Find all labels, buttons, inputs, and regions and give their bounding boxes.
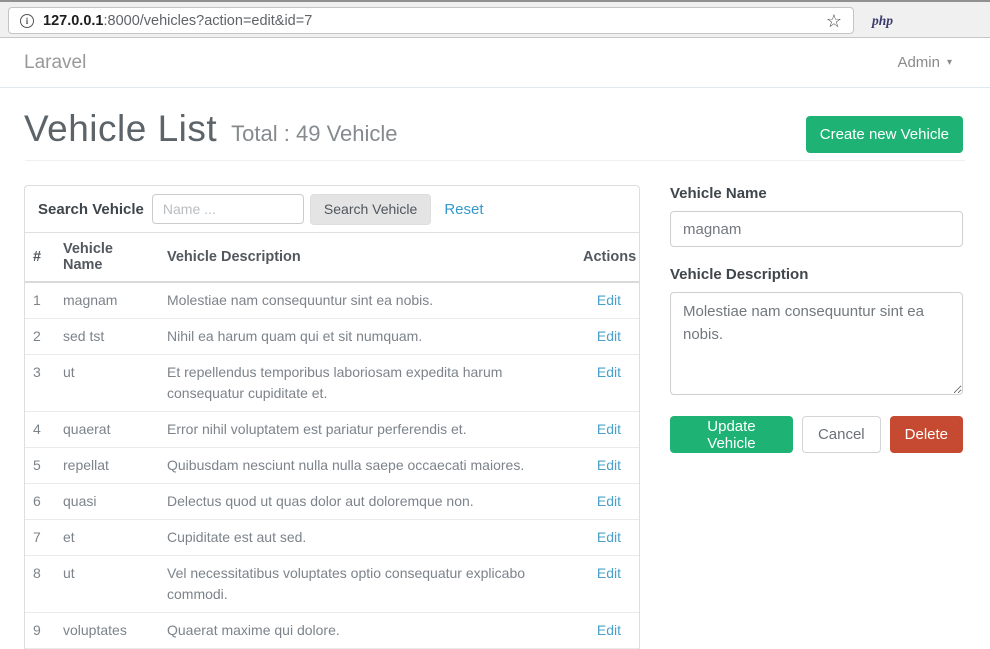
vehicle-description-cell: Error nihil voluptatem est pariatur perf… bbox=[159, 412, 575, 448]
row-number: 7 bbox=[25, 520, 55, 556]
row-number: 3 bbox=[25, 355, 55, 412]
edit-link[interactable]: Edit bbox=[597, 328, 621, 344]
table-body: 1 magnam Molestiae nam consequuntur sint… bbox=[25, 282, 639, 649]
header-divider bbox=[25, 160, 965, 161]
admin-dropdown[interactable]: Admin ▾ bbox=[897, 54, 952, 71]
vehicle-description-cell: Nihil ea harum quam qui et sit numquam. bbox=[159, 319, 575, 355]
edit-link[interactable]: Edit bbox=[597, 457, 621, 473]
address-bar[interactable]: i 127.0.0.1:8000/vehicles?action=edit&id… bbox=[8, 7, 854, 34]
search-input[interactable] bbox=[152, 194, 304, 224]
bookmark-star-icon[interactable]: ☆ bbox=[826, 12, 842, 30]
table-row: 4 quaerat Error nihil voluptatem est par… bbox=[25, 412, 639, 448]
vehicle-description-cell: Quibusdam nesciunt nulla nulla saepe occ… bbox=[159, 448, 575, 484]
brand-link[interactable]: Laravel bbox=[24, 52, 86, 74]
app-navbar: Laravel Admin ▾ bbox=[0, 38, 990, 88]
header-description: Vehicle Description bbox=[159, 233, 575, 282]
vehicle-name-cell: voluptates bbox=[55, 613, 159, 649]
vehicle-name-cell: sed tst bbox=[55, 319, 159, 355]
vehicle-name-cell: ut bbox=[55, 556, 159, 613]
vehicle-description-cell: Cupiditate est aut sed. bbox=[159, 520, 575, 556]
delete-button[interactable]: Delete bbox=[890, 416, 963, 453]
vehicle-description-cell: Quaerat maxime qui dolore. bbox=[159, 613, 575, 649]
edit-link[interactable]: Edit bbox=[597, 364, 621, 380]
form-buttons: Update Vehicle Cancel Delete bbox=[670, 416, 963, 453]
edit-vehicle-form: Vehicle Name Vehicle Description Molesti… bbox=[670, 185, 963, 453]
vehicle-name-cell: repellat bbox=[55, 448, 159, 484]
admin-dropdown-label: Admin bbox=[897, 54, 940, 71]
table-row: 5 repellat Quibusdam nesciunt nulla null… bbox=[25, 448, 639, 484]
table-row: 1 magnam Molestiae nam consequuntur sint… bbox=[25, 282, 639, 319]
vehicle-name-cell: ut bbox=[55, 355, 159, 412]
search-section: Search Vehicle Search Vehicle Reset bbox=[25, 186, 639, 233]
page-content: Vehicle List Total : 49 Vehicle Create n… bbox=[0, 88, 990, 649]
header-actions: Actions bbox=[575, 233, 639, 282]
row-number: 6 bbox=[25, 484, 55, 520]
page-title: Vehicle List bbox=[24, 108, 217, 150]
row-number: 5 bbox=[25, 448, 55, 484]
vehicle-name-cell: quasi bbox=[55, 484, 159, 520]
page-header: Vehicle List Total : 49 Vehicle bbox=[24, 108, 398, 150]
total-count-label: Total : 49 Vehicle bbox=[231, 121, 397, 147]
row-number: 8 bbox=[25, 556, 55, 613]
url-path: :8000/vehicles?action=edit&id=7 bbox=[103, 13, 312, 29]
table-row: 6 quasi Delectus quod ut quas dolor aut … bbox=[25, 484, 639, 520]
table-row: 3 ut Et repellendus temporibus laboriosa… bbox=[25, 355, 639, 412]
vehicle-table: # Vehicle Name Vehicle Description Actio… bbox=[25, 233, 639, 649]
edit-link[interactable]: Edit bbox=[597, 565, 621, 581]
browser-toolbar: i 127.0.0.1:8000/vehicles?action=edit&id… bbox=[0, 0, 990, 38]
vehicle-name-field[interactable] bbox=[670, 211, 963, 247]
table-row: 9 voluptates Quaerat maxime qui dolore. … bbox=[25, 613, 639, 649]
row-number: 4 bbox=[25, 412, 55, 448]
row-number: 9 bbox=[25, 613, 55, 649]
vehicle-description-cell: Vel necessitatibus voluptates optio cons… bbox=[159, 556, 575, 613]
update-vehicle-button[interactable]: Update Vehicle bbox=[670, 416, 793, 453]
table-header-row: # Vehicle Name Vehicle Description Actio… bbox=[25, 233, 639, 282]
table-row: 7 et Cupiditate est aut sed. Edit bbox=[25, 520, 639, 556]
vehicle-name-cell: magnam bbox=[55, 282, 159, 319]
vehicle-description-field[interactable]: Molestiae nam consequuntur sint ea nobis… bbox=[670, 292, 963, 395]
edit-link[interactable]: Edit bbox=[597, 493, 621, 509]
cancel-button[interactable]: Cancel bbox=[802, 416, 881, 453]
row-number: 1 bbox=[25, 282, 55, 319]
edit-link[interactable]: Edit bbox=[597, 421, 621, 437]
vehicle-description-label: Vehicle Description bbox=[670, 266, 963, 283]
vehicle-description-cell: Delectus quod ut quas dolor aut doloremq… bbox=[159, 484, 575, 520]
table-row: 2 sed tst Nihil ea harum quam qui et sit… bbox=[25, 319, 639, 355]
vehicle-description-cell: Et repellendus temporibus laboriosam exp… bbox=[159, 355, 575, 412]
chevron-down-icon: ▾ bbox=[947, 57, 952, 68]
edit-link[interactable]: Edit bbox=[597, 292, 621, 308]
table-row: 8 ut Vel necessitatibus voluptates optio… bbox=[25, 556, 639, 613]
create-vehicle-button[interactable]: Create new Vehicle bbox=[806, 116, 963, 153]
row-number: 2 bbox=[25, 319, 55, 355]
php-bookmark[interactable]: php bbox=[872, 13, 893, 29]
vehicle-name-cell: quaerat bbox=[55, 412, 159, 448]
edit-link[interactable]: Edit bbox=[597, 529, 621, 545]
url-host: 127.0.0.1 bbox=[43, 13, 103, 29]
url-text: 127.0.0.1:8000/vehicles?action=edit&id=7 bbox=[43, 13, 312, 29]
header-num: # bbox=[25, 233, 55, 282]
reset-link[interactable]: Reset bbox=[444, 201, 483, 218]
vehicle-name-label: Vehicle Name bbox=[670, 185, 963, 202]
search-button[interactable]: Search Vehicle bbox=[310, 194, 431, 225]
header-name: Vehicle Name bbox=[55, 233, 159, 282]
vehicle-name-cell: et bbox=[55, 520, 159, 556]
page-info-icon[interactable]: i bbox=[20, 14, 34, 28]
vehicle-list-card: Search Vehicle Search Vehicle Reset # Ve… bbox=[24, 185, 640, 649]
edit-link[interactable]: Edit bbox=[597, 622, 621, 638]
search-label: Search Vehicle bbox=[38, 201, 144, 218]
vehicle-description-cell: Molestiae nam consequuntur sint ea nobis… bbox=[159, 282, 575, 319]
